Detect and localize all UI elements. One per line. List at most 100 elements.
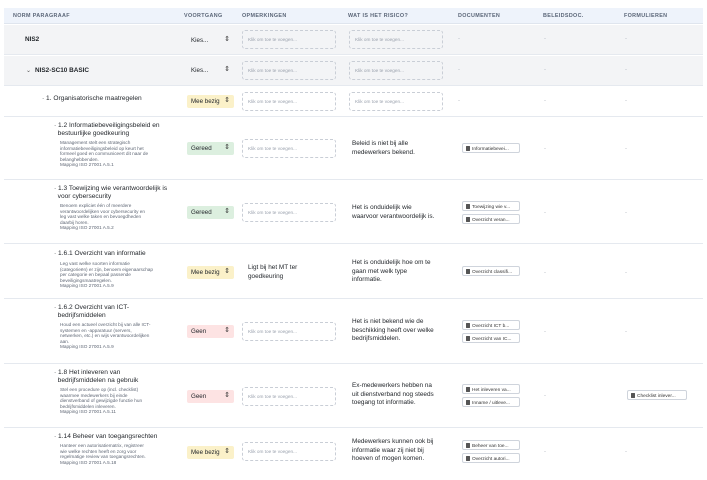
table-row[interactable]: · 1. Organisatorische maatregelen Mee be… [4,87,703,117]
policy-docs-empty: - [544,393,546,399]
document-chip-label: Overzicht veran... [472,218,510,223]
risk-line: bedrijfsmiddelen. [352,335,401,342]
document-icon [466,217,470,222]
remarks-input[interactable]: Klik om toe te voegen... [242,203,336,222]
policy-docs-empty: - [544,146,546,152]
forms-empty: - [625,98,627,104]
document-chip[interactable]: Beheer van toe... [462,440,520,450]
status-value: Mee bezig [191,449,220,456]
remarks-line: Ligt bij het MT ter [248,264,298,271]
header-forms[interactable]: FORMULIEREN [624,13,667,19]
document-chip[interactable]: Inname / uitleve... [462,397,520,407]
status-select[interactable]: Mee bezig ⇕ [187,266,234,279]
document-chip[interactable]: Overzicht veran... [462,214,520,224]
document-icon [466,323,470,328]
status-select[interactable]: Kies... ⇕ [187,64,234,77]
document-chip[interactable]: Het inleveren va... [462,384,520,394]
risk-line: informatie waar zij niet bij [352,446,424,454]
risk-line: hoeven of mogen komen. [352,455,425,462]
table-row[interactable]: · 1.2 Informatiebeveiligingsbeleid en be… [4,118,703,180]
table-row[interactable]: ⌄ NIS2-SC10 BASIC Kies... ⇕ Klik om toe t… [4,56,703,86]
chevron-down-icon[interactable]: ⌄ [26,67,31,74]
document-icon [466,387,470,392]
remarks-input[interactable]: Klik om toe te voegen... [242,322,336,341]
remarks-input[interactable]: Klik om toe te voegen... [242,442,336,461]
form-chip-label: Checklist inlever... [637,394,676,399]
forms-empty: - [625,270,627,276]
row-description: Stel een procedure op (incl. checklist) … [60,387,168,415]
risk-line: beschikking heeft over welke [352,326,434,334]
document-icon [466,146,470,151]
row-description: Benoem expliciet één of meerdere verantw… [60,203,168,231]
header-progress[interactable]: VOORTGANG [184,13,223,19]
document-chip[interactable]: Overzicht classifi... [462,266,520,276]
risk-input[interactable]: Klik om toe te voegen... [349,61,443,80]
mapping-label: Mapping ISO 27001 A.5.9 [60,344,114,350]
remarks-input[interactable]: Klik om toe te voegen... [242,139,336,158]
row-title: NIS2-SC10 BASIC [35,67,89,74]
header-policy-docs[interactable]: BELEIDSDOC. [543,13,584,19]
header-norm[interactable]: NORM PARAGRAAF [13,13,70,19]
updown-arrow-icon: ⇕ [224,66,230,73]
table-row[interactable]: · 1.6.1 Overzicht van informatie Leg vas… [4,245,703,299]
document-chip[interactable]: Toewijzing wie v... [462,201,520,211]
status-select[interactable]: Geen ⇕ [187,390,234,403]
table-row[interactable]: · 1.6.2 Overzicht van ICT- bedrijfsmidde… [4,300,703,364]
remarks-input[interactable]: Klik om toe te voegen... [242,30,336,49]
remarks-text[interactable]: Ligt bij het MT ter goedkeuring [248,264,342,281]
row-description: Leg vast welke soorten informatie (categ… [60,261,168,289]
row-description: Houd een actueel overzicht bij van alle … [60,322,168,350]
risk-text[interactable]: Het is onduidelijk hoe om te gaan met wel… [352,259,452,285]
table-row[interactable]: · 1.3 Toewijzing wie verantwoordelijk is… [4,181,703,244]
risk-text[interactable]: Beleid is niet bij alle medewerkers beken… [352,140,446,157]
status-select[interactable]: Gereed ⇕ [187,142,234,155]
remarks-input[interactable]: Klik om toe te voegen... [242,61,336,80]
document-chip[interactable]: Informatiebevei... [462,143,520,153]
document-chip[interactable]: Overzicht van IC... [462,333,520,343]
form-chip[interactable]: Checklist inlever... [627,390,687,400]
risk-line: medewerkers bekend. [352,148,415,156]
table-row[interactable]: · 1.14 Beheer van toegangsrechten Hantee… [4,429,703,480]
row-title-line: bedrijfsmiddelen [57,312,106,320]
status-value: Gereed [191,209,212,216]
risk-text[interactable]: Ex-medewerkers hebben na uit dienstverban… [352,382,452,408]
status-select[interactable]: Geen ⇕ [187,325,234,338]
risk-text[interactable]: Medewerkers kunnen ook bij informatie waa… [352,438,452,464]
document-chip-label: Het inleveren va... [472,388,511,393]
row-title-line: voor cybersecurity [57,193,112,201]
risk-text[interactable]: Het is onduidelijk wie waarvoor verantwoo… [352,204,452,221]
risk-line: Ex-medewerkers hebben na [352,382,432,389]
row-title: · 1.6.1 Overzicht van informatie [54,250,146,257]
policy-docs-empty: - [544,449,546,455]
row-title: · 1.8 Het inleveren van bedrijfsmiddelen… [54,369,139,385]
status-select[interactable]: Mee bezig ⇕ [187,446,234,459]
updown-arrow-icon: ⇕ [224,392,230,399]
risk-input[interactable]: Klik om toe te voegen... [349,92,443,111]
status-value: Mee bezig [191,98,220,105]
header-remarks[interactable]: OPMERKINGEN [242,13,287,19]
document-chip[interactable]: Overzicht ICT b... [462,320,520,330]
table-row[interactable]: · 1.8 Het inleveren van bedrijfsmiddelen… [4,365,703,428]
status-select[interactable]: Mee bezig ⇕ [187,95,234,108]
table-row[interactable]: NIS2 Kies... ⇕ Klik om toe te voegen... K… [4,25,703,55]
row-title: · 1.14 Beheer van toegangsrechten [54,433,158,440]
header-risk[interactable]: WAT IS HET RISICO? [348,13,408,19]
updown-arrow-icon: ⇕ [224,97,230,104]
document-chip[interactable]: Overzicht autori... [462,453,520,463]
mapping-label: Mapping ISO 27001 A.5.1 [60,162,114,168]
row-title-line: 1.6.1 Overzicht van informatie [58,250,146,257]
remarks-input[interactable]: Klik om toe te voegen... [242,387,336,406]
remarks-input[interactable]: Klik om toe te voegen... [242,92,336,111]
status-select[interactable]: Gereed ⇕ [187,206,234,219]
forms-empty: - [625,449,627,455]
document-icon [466,400,470,405]
header-documents[interactable]: DOCUMENTEN [458,13,500,19]
status-select[interactable]: Kies... ⇕ [187,34,234,47]
risk-text[interactable]: Het is niet bekend wie de beschikking hee… [352,318,452,344]
forms-empty: - [625,146,627,152]
risk-input[interactable]: Klik om toe te voegen... [349,30,443,49]
risk-line: Het is onduidelijk hoe om te [352,259,431,266]
risk-line: uit dienstverband nog steeds [352,390,434,398]
mapping-label: Mapping ISO 27001 A.5.2 [60,225,114,231]
remarks-line: goedkeuring [248,272,284,280]
